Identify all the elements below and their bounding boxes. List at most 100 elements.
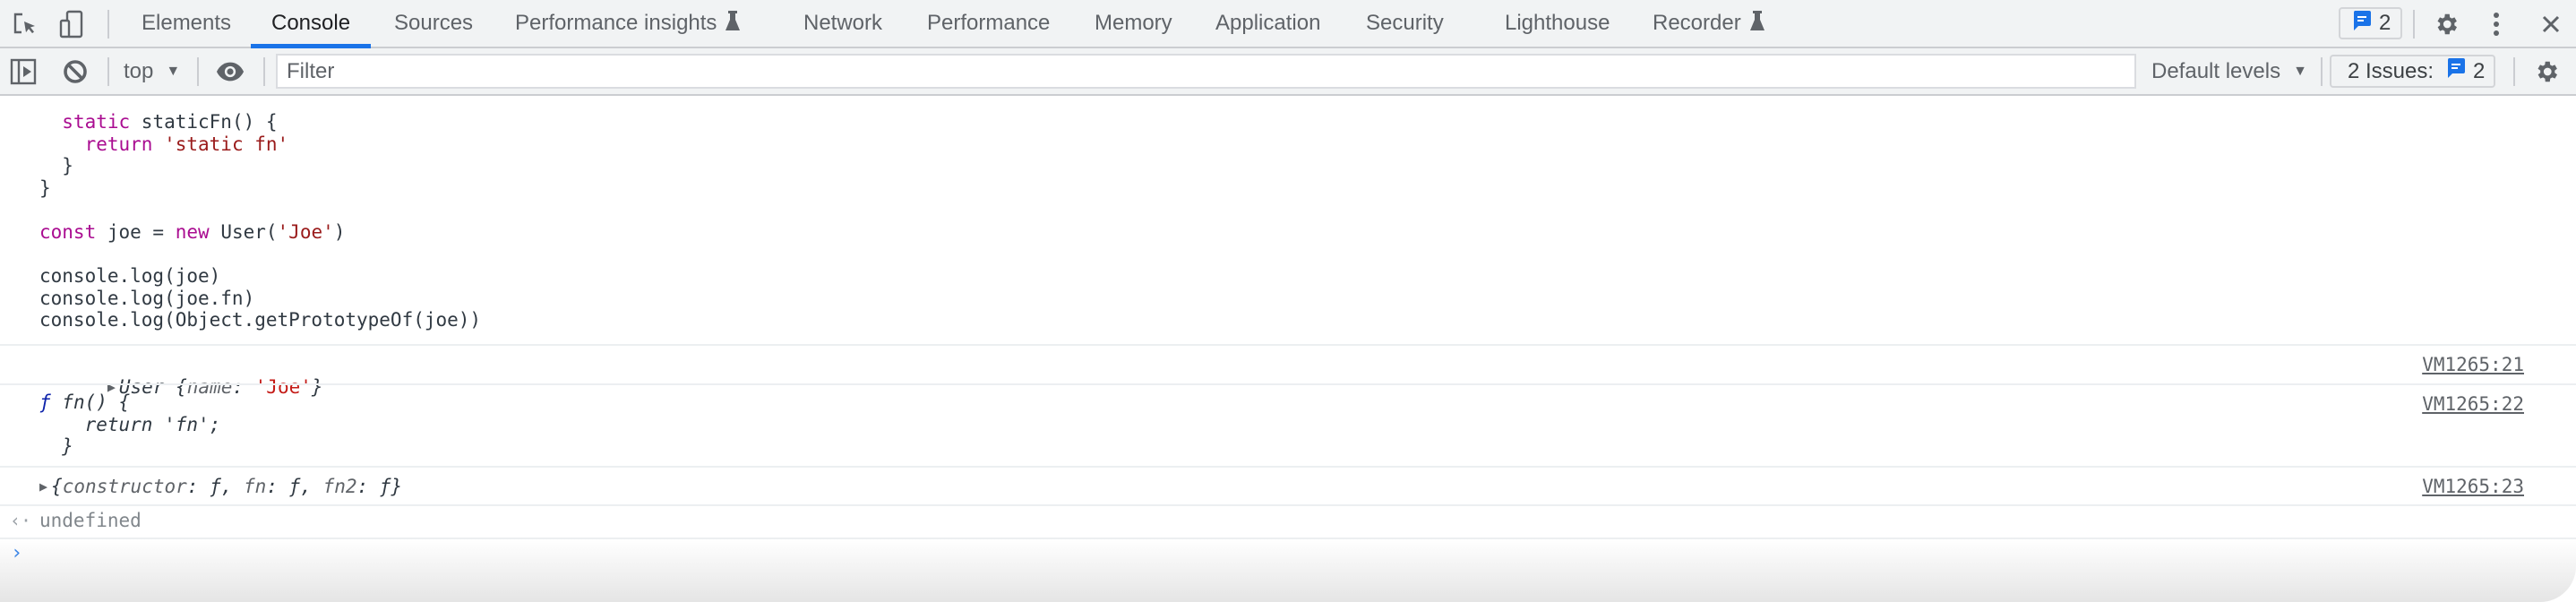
devtools-tab-bar: Elements Console Sources Performance ins… (0, 0, 2576, 48)
keyword-token: new (175, 220, 210, 243)
toolbar-divider (107, 10, 109, 39)
code-line: console.log(Object.getPrototypeOf(joe)) (39, 309, 481, 331)
function-line: return 'fn'; (39, 413, 221, 435)
tab-label: Recorder (1653, 11, 1741, 35)
result-arrow-icon: ‹· (10, 510, 32, 531)
source-link[interactable]: VM1265:23 (2422, 476, 2524, 497)
console-message-function: ƒ fn() { return 'fn'; } VM1265:22 (0, 385, 2576, 466)
inspect-element-icon[interactable] (11, 10, 39, 39)
tab-performance-insights[interactable]: Performance insights (515, 0, 741, 47)
preview-token: : (266, 476, 289, 497)
tab-console[interactable]: Console (250, 0, 372, 48)
tab-network[interactable]: Network (803, 0, 882, 47)
code-line: static staticFn() { (39, 111, 481, 133)
preview-token: ƒ (210, 476, 221, 497)
issues-badge-button[interactable]: 2 (2339, 7, 2402, 39)
code-token: User( (209, 220, 278, 243)
issues-badge-count: 2 (2379, 11, 2391, 35)
close-icon[interactable] (2537, 10, 2565, 39)
tab-label: Lighthouse (1505, 11, 1610, 35)
tab-label: Performance (927, 11, 1051, 35)
preview-token: ƒ (379, 476, 391, 497)
code-token: console.log(joe.fn) (39, 287, 255, 309)
toolbar-divider (107, 57, 109, 86)
console-message-prototype-object: ▶ {constructor: ƒ, fn: ƒ, fn2: ƒ} VM1265:… (0, 468, 2576, 504)
command-echo-code: static staticFn() { return 'static fn' }… (39, 111, 481, 331)
log-levels-dropdown[interactable]: Default levels ▼ (2151, 48, 2307, 94)
tab-application[interactable]: Application (1215, 0, 1320, 47)
preview-token: , (220, 476, 245, 497)
issues-count: 2 (2473, 58, 2486, 83)
filter-input[interactable] (276, 54, 2136, 89)
device-toolbar-icon[interactable] (57, 10, 86, 39)
preview-token: , (300, 476, 323, 497)
clear-console-icon[interactable] (61, 57, 90, 86)
preview-token: : (356, 476, 380, 497)
preview-token: ƒ (288, 476, 301, 497)
console-prompt: › (0, 539, 2576, 575)
console-toolbar: top ▼ Default levels ▼ 2 Issues: 2 (0, 48, 2576, 96)
code-line: } (39, 177, 481, 200)
source-link[interactable]: VM1265:22 (2422, 393, 2524, 415)
function-symbol: ƒ (39, 391, 51, 413)
string-token: 'Joe' (277, 220, 334, 243)
preview-token: : (186, 476, 210, 497)
code-token: ) (333, 220, 346, 243)
caret-down-icon: ▼ (166, 63, 181, 79)
code-token: joe = (96, 220, 176, 243)
tab-recorder[interactable]: Recorder (1653, 0, 1765, 47)
caret-down-icon: ▼ (2293, 63, 2307, 79)
code-line: return 'static fn' (39, 133, 481, 156)
property-key: fn (244, 476, 267, 497)
keyword-token: return (84, 133, 153, 155)
tab-sources[interactable]: Sources (394, 0, 473, 47)
code-token: staticFn() { (130, 111, 278, 133)
preview-token: { (51, 476, 63, 497)
function-line: fn() { (50, 391, 131, 413)
tab-performance[interactable]: Performance (927, 0, 1050, 47)
code-token: } (39, 176, 51, 199)
tab-lighthouse[interactable]: Lighthouse (1505, 0, 1610, 47)
settings-gear-icon[interactable] (2432, 10, 2460, 39)
string-token: 'static fn' (164, 133, 289, 155)
keyword-token: const (39, 220, 97, 243)
console-settings-gear-icon[interactable] (2532, 57, 2561, 86)
toolbar-divider (263, 57, 265, 86)
code-line: const joe = new User('Joe') (39, 221, 481, 244)
experimental-flask-icon (726, 10, 741, 38)
context-selector-value: top (124, 58, 154, 83)
tab-memory[interactable]: Memory (1095, 0, 1172, 47)
context-selector[interactable]: top ▼ (124, 48, 180, 94)
toolbar-divider (2513, 57, 2515, 86)
show-sidebar-icon[interactable] (9, 57, 38, 86)
expand-triangle-icon[interactable]: ▶ (39, 476, 47, 498)
property-key: fn2 (322, 476, 357, 497)
code-token: } (39, 155, 73, 177)
tab-label: Console (271, 11, 351, 35)
message-icon (2446, 57, 2466, 85)
prompt-chevron-icon: › (11, 542, 23, 564)
console-output: static staticFn() { return 'static fn' }… (0, 96, 2576, 602)
tab-elements[interactable]: Elements (142, 0, 231, 47)
issues-button[interactable]: 2 Issues: 2 (2330, 55, 2495, 88)
function-line: } (39, 435, 73, 458)
function-preview[interactable]: ƒ fn() { return 'fn'; } (39, 391, 220, 458)
object-preview[interactable]: ▶ {constructor: ƒ, fn: ƒ, fn2: ƒ} (39, 476, 402, 498)
source-link[interactable]: VM1265:21 (2422, 354, 2524, 375)
issues-label: 2 Issues: (2348, 58, 2434, 83)
code-line: console.log(joe) (39, 265, 481, 288)
tab-label: Application (1215, 11, 1321, 35)
console-prompt-input[interactable] (39, 541, 2522, 568)
more-vert-icon[interactable] (2482, 10, 2511, 39)
code-token: console.log(joe) (39, 265, 221, 288)
live-expression-eye-icon[interactable] (216, 57, 245, 86)
code-token: console.log(Object.getPrototypeOf(joe)) (39, 309, 482, 331)
tab-security[interactable]: Security (1366, 0, 1444, 47)
toolbar-divider (2413, 10, 2415, 39)
tab-label: Performance insights (515, 11, 717, 35)
preview-token: } (391, 476, 403, 497)
